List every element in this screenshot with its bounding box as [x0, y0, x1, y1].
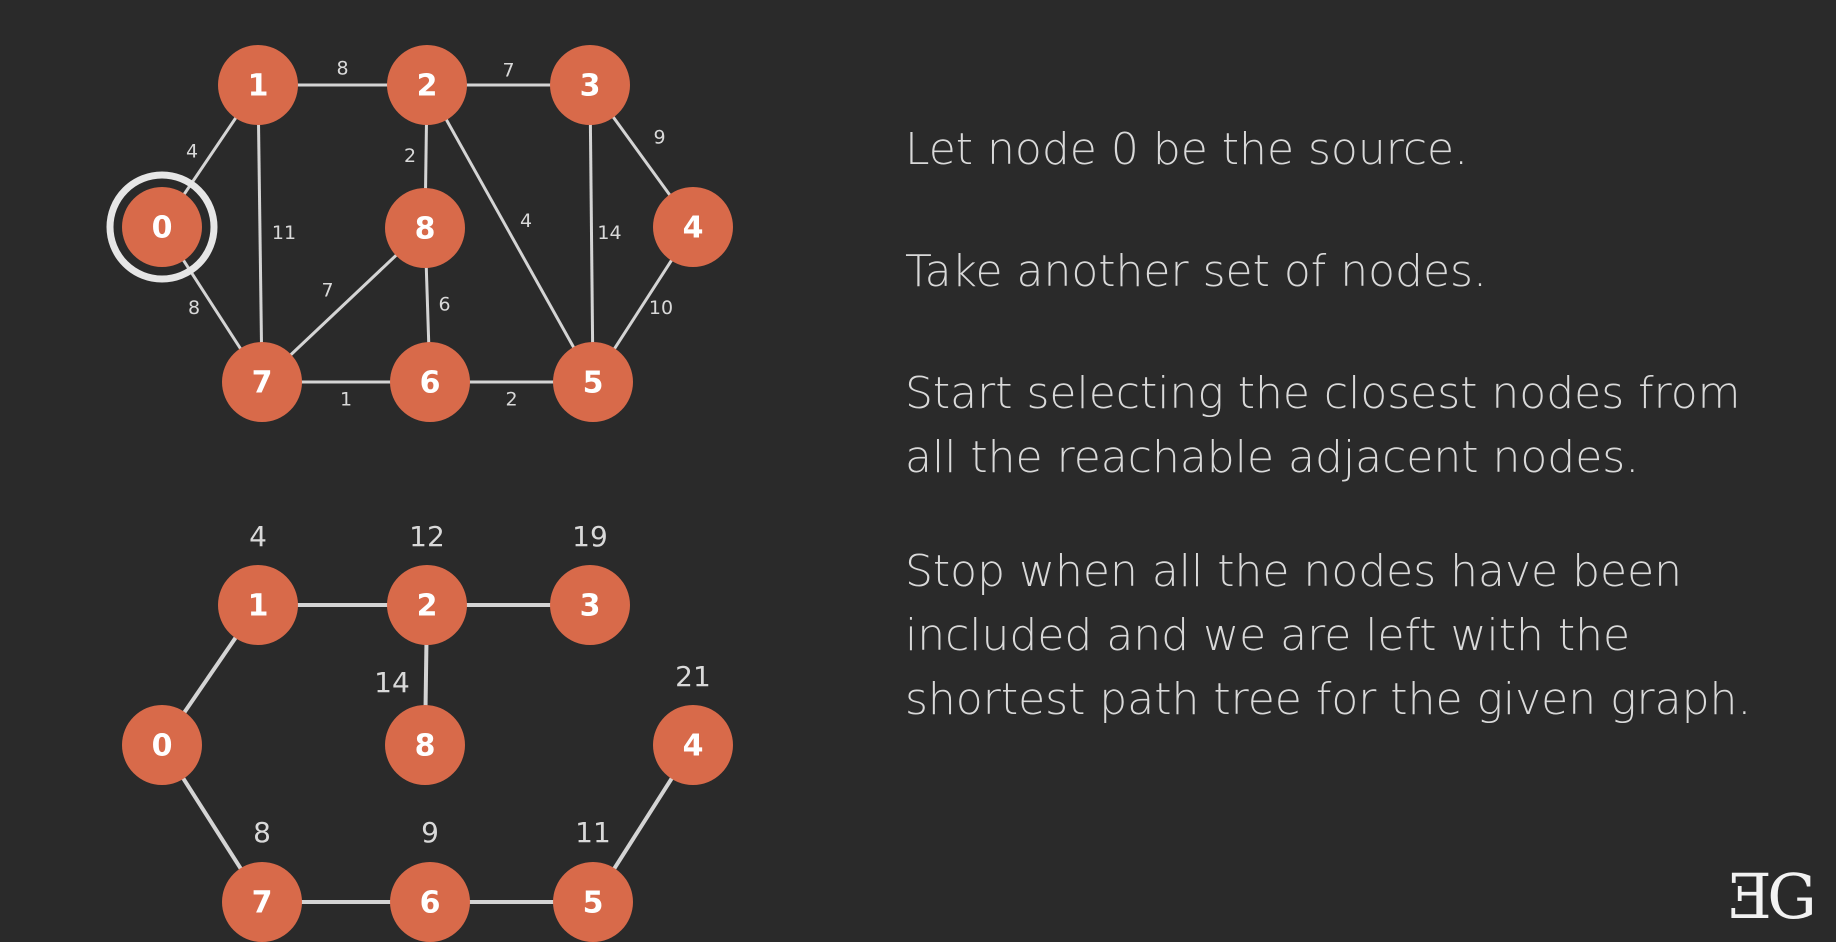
top-graph-nodes: 0 1 2 3 4 5 6 7 8 [106, 45, 733, 422]
top-node-label-3: 3 [580, 69, 601, 104]
top-edge-weight-1-2: 8 [336, 58, 348, 80]
tree-node-3: 3 19 [550, 520, 630, 645]
top-edge-weight-6-8: 6 [438, 294, 450, 316]
top-node-3: 3 [550, 45, 630, 125]
tree-node-4: 4 21 [653, 660, 733, 785]
top-node-7: 7 [222, 342, 302, 422]
top-edge-weight-3-4: 9 [653, 127, 665, 149]
tree-node-distance-8: 14 [374, 666, 410, 699]
tree-node-distance-1: 4 [249, 520, 267, 553]
step-source-text: Let node 0 be the source. [905, 124, 1469, 175]
tree-node-8: 814 [374, 666, 465, 785]
tree-node-label-4: 4 [683, 729, 704, 764]
top-node-6: 6 [390, 342, 470, 422]
tree-node-label-6: 6 [420, 886, 441, 921]
top-edge-weight-0-1: 4 [186, 141, 198, 163]
top-node-label-0: 0 [152, 211, 173, 246]
tree-node-label-0: 0 [152, 729, 173, 764]
tree-node-label-5: 5 [583, 886, 604, 921]
tree-node-label-7: 7 [252, 886, 273, 921]
step-set-text: Take another set of nodes. [905, 246, 1487, 297]
tree-node-label-2: 2 [417, 589, 438, 624]
tree-node-0: 0 [122, 705, 202, 785]
step-select-text: Start selecting the closest nodes from a… [905, 368, 1741, 483]
top-node-label-1: 1 [248, 69, 269, 104]
tree-node-5: 5 11 [553, 816, 633, 942]
top-edge-weight-0-7: 8 [188, 297, 200, 319]
tree-node-6: 69 [390, 816, 470, 942]
top-edge-weight-6-7: 1 [340, 389, 352, 411]
top-node-1: 1 [218, 45, 298, 125]
tree-node-label-3: 3 [580, 589, 601, 624]
tree-node-distance-7: 8 [253, 816, 271, 849]
top-node-0: 0 [106, 171, 218, 283]
geeksforgeeks-logo: ƎG [1728, 860, 1817, 933]
graph-diagram: 48811724914102167 01 2 345678 014212319421… [106, 45, 733, 942]
tree-node-distance-4: 21 [675, 660, 711, 693]
top-edge-weight-1-7: 11 [272, 222, 296, 244]
top-node-label-6: 6 [420, 366, 441, 401]
top-edge-weight-2-8: 2 [404, 145, 416, 167]
top-node-5: 5 [553, 342, 633, 422]
tree-node-label-1: 1 [248, 589, 269, 624]
tree-node-distance-5: 11 [575, 816, 611, 849]
top-node-label-2: 2 [417, 69, 438, 104]
top-node-4: 4 [653, 187, 733, 267]
top-edge-weight-5-6: 2 [505, 389, 517, 411]
tree-node-label-8: 8 [415, 729, 436, 764]
tree-node-1: 14 [218, 520, 298, 645]
tree-node-distance-6: 9 [421, 816, 439, 849]
top-edge-weight-7-8: 7 [321, 280, 333, 302]
top-node-8: 8 [385, 188, 465, 268]
top-edge-weight-2-3: 7 [502, 60, 514, 82]
top-node-label-5: 5 [583, 366, 604, 401]
tree-node-distance-2: 12 [409, 520, 445, 553]
slide: 4 8 8 11 7 2 4 9 14 10 2 1 6 7 012345678 0 1 4 2 12 3 19 4 21… [0, 0, 1836, 942]
tree-node-2: 2 12 [387, 520, 467, 645]
top-edge-weight-2-5: 4 [520, 210, 532, 232]
top-edge-3-5 [588, 84, 595, 383]
tree-node-distance-3: 19 [572, 520, 608, 553]
top-node-label-8: 8 [415, 212, 436, 247]
top-edge-1-7 [256, 84, 264, 383]
top-node-label-7: 7 [252, 366, 273, 401]
shortest-path-tree-nodes: 0142123194215116978814 [122, 520, 733, 942]
top-edge-weight-3-5: 14 [597, 222, 621, 244]
step-stop-text: Stop when all the nodes have been includ… [905, 546, 1752, 725]
explanation-text: Let node 0 be the source. Take another s… [905, 118, 1805, 790]
top-node-2: 2 [387, 45, 467, 125]
top-node-label-4: 4 [683, 211, 704, 246]
top-edge-weight-4-5: 10 [649, 297, 673, 319]
tree-node-7: 78 [222, 816, 302, 942]
